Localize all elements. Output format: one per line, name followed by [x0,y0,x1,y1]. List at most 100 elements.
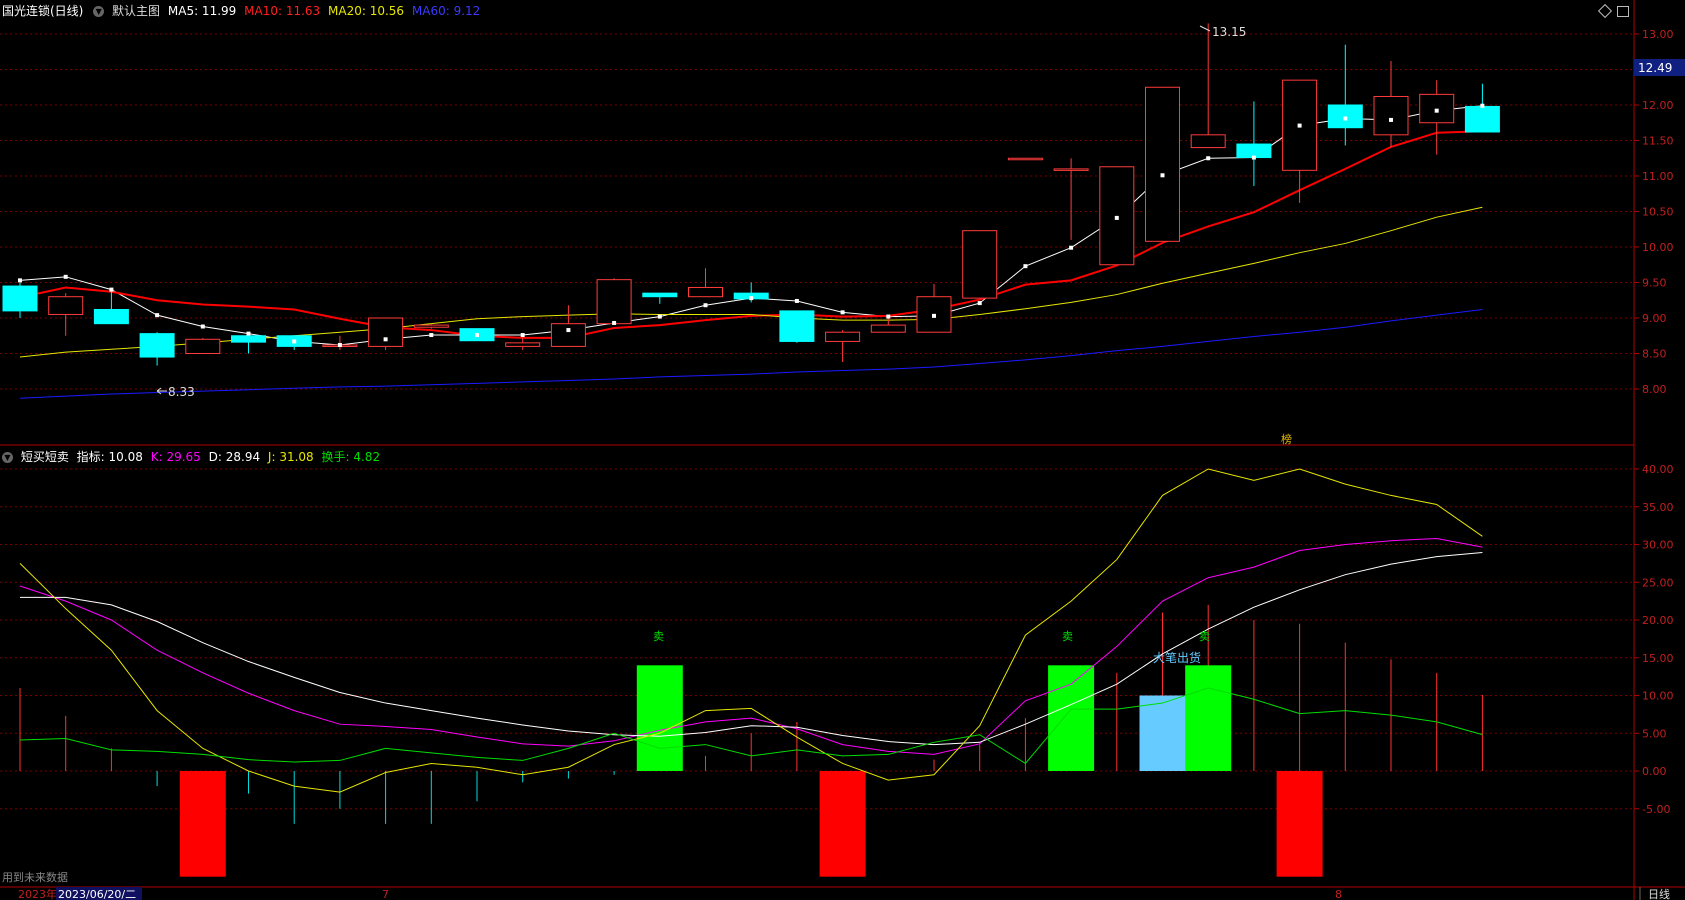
price-tick-label: 8.00 [1642,383,1667,396]
sell-label: 卖 [1062,630,1073,643]
ma5-point [109,287,114,292]
signal-bar-buy [1276,771,1323,877]
candle-up [1007,157,1043,161]
ma5-point [1206,156,1211,161]
candle-up [688,286,723,298]
ma5-point [1343,116,1348,121]
ma5-point [840,310,845,315]
candle-down [642,292,678,298]
candle-up [185,338,221,354]
indicator-tick-label: 15.00 [1642,652,1674,665]
future-data-note: 用到未来数据 [2,870,68,884]
ma5-point [200,324,205,329]
sell-label: 卖 [653,630,664,643]
price-tick-label: 11.50 [1642,135,1674,148]
price-tick-label: 8.50 [1642,348,1667,361]
sell-label: 卖 [1199,630,1210,643]
indicator-tick-label: 35.00 [1642,501,1674,514]
ma5-point [337,342,342,347]
ma5-point [703,303,708,308]
candle-up [596,279,632,325]
ma5-point [63,274,68,279]
candle-down [779,310,815,342]
candle-up [1373,95,1409,136]
indicator-tick-label: 25.00 [1642,576,1674,589]
signal-bar-sell [1048,665,1095,771]
low-price-label: 8.33 [168,385,195,399]
big-order-label: 大笔出货 [1153,650,1201,665]
candle-down [1236,143,1272,159]
ma5-point [1023,264,1028,269]
candle-up [505,342,541,347]
price-axis: 13.0012.5012.0011.5011.0010.5010.009.509… [1634,28,1674,396]
ma5-point [155,313,160,318]
grid-lines [0,33,1634,810]
candle-up [1099,166,1135,266]
bang-label: 榜 [1281,432,1292,446]
indicator-tick-label: 0.00 [1642,765,1667,778]
ma5-point [977,301,982,306]
price-tick-label: 10.50 [1642,206,1674,219]
indicator-bars [19,604,1483,824]
ma5-point [1069,245,1074,250]
candle-down [2,285,38,312]
indicator-tick-label: 30.00 [1642,539,1674,552]
ma5-point [1480,103,1485,108]
candle-up [1053,168,1089,171]
high-price-label: 13.15 [1212,25,1246,39]
indicator-axis: 40.00 35.00 30.00 25.00 20.00 15.00 10.00 5.00 0… [1634,463,1674,816]
indicator-tick-label: 10.00 [1642,690,1674,703]
indicator-line-d [20,552,1483,746]
candle-down [231,335,266,343]
date-label: 2023/06/20/二 [58,888,136,900]
signal-bar-sell [636,665,683,771]
price-tick-label: 12.00 [1642,99,1674,112]
ma5-point [886,314,891,319]
price-tick-label: 10.00 [1642,241,1674,254]
candle-down [139,333,175,358]
stock-chart[interactable]: 13.0012.5012.0011.5011.0010.5010.009.509… [0,0,1685,900]
candle-down [1464,105,1500,133]
ma5-point [1160,173,1165,178]
high-annotation: 13.15 [1199,25,1246,39]
current-price-label: 12.49 [1638,61,1672,75]
ma5-point [429,333,434,338]
ma5-point [612,320,617,325]
ma5-point [383,337,388,342]
ma-line-ma5 [19,105,1483,346]
price-tick-label: 9.50 [1642,277,1667,290]
ma5-point [1114,215,1119,220]
candle-up [825,331,861,342]
year-label: 2023年 [18,887,57,900]
price-tick-label: 9.00 [1642,312,1667,325]
indicator-tick-label: 5.00 [1642,727,1667,740]
candle-up [550,323,586,347]
period-button[interactable]: 日线 [1648,887,1670,900]
candle-up [1419,93,1455,124]
ma5-point [566,328,571,333]
indicator-line-k [19,537,1483,755]
candle-down [93,308,129,325]
month-7-label: 7 [382,888,389,900]
ma5-point [18,278,22,283]
signal-bar-buy [179,771,226,877]
ma5-point [292,339,297,344]
ma5-point [1297,123,1302,128]
ma5-point [657,314,662,319]
signal-bar-buy [819,771,866,877]
candle-up [1145,86,1180,242]
price-tick-label: 11.00 [1642,170,1674,183]
candle-up [1190,134,1226,149]
ma5-point [246,331,251,336]
ma5-point [1389,117,1393,122]
price-tick-label: 13.00 [1642,28,1674,41]
ma5-point [475,333,479,338]
ma5-point [1434,108,1439,113]
candle-up [48,296,84,315]
indicator-tick-label: 20.00 [1642,614,1674,627]
ma5-point [1251,155,1256,160]
candle-up [962,230,998,299]
ma5-point [932,313,936,318]
signal-bar-big-order [1139,695,1186,771]
candle-up [368,317,404,347]
